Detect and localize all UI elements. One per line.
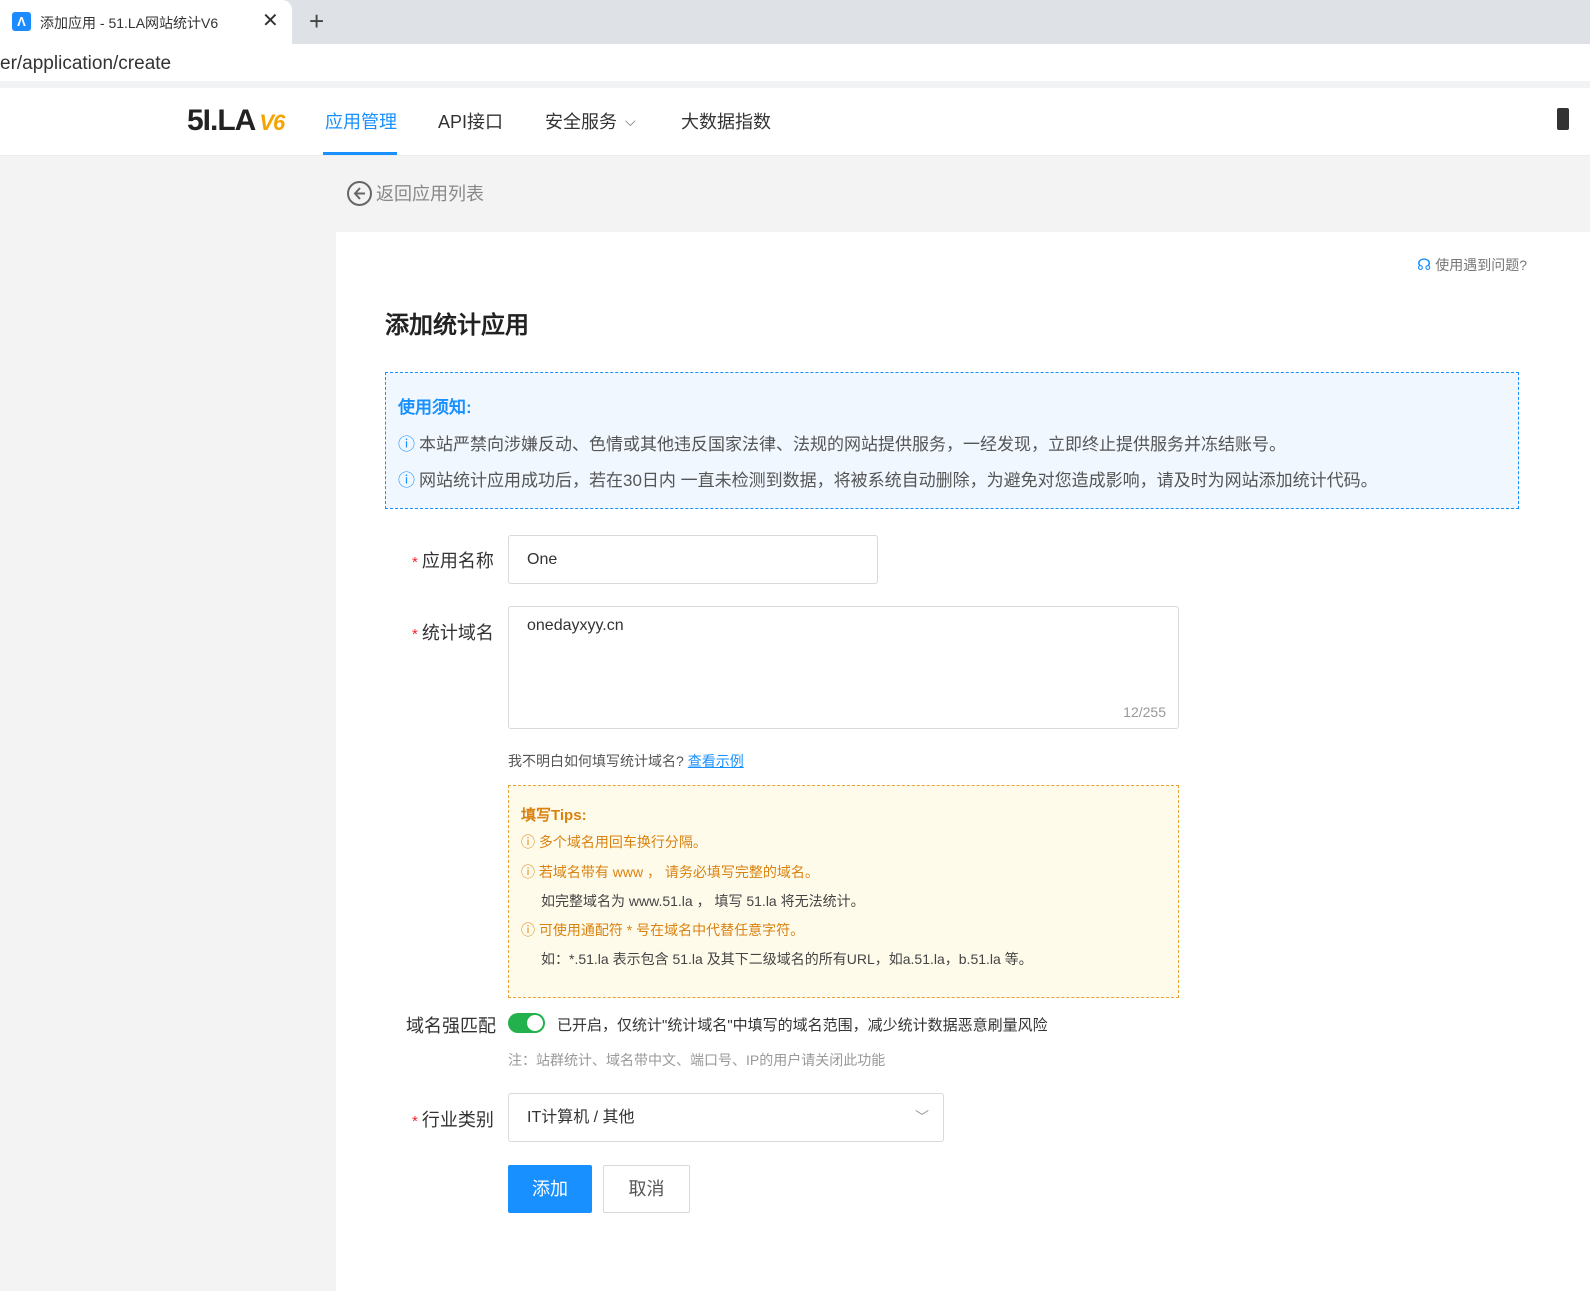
site-favicon-icon: Λ [12, 12, 31, 31]
info-circle-icon: ⓘ [398, 435, 415, 454]
browser-tabstrip: Λ 添加应用 - 51.LA网站统计V6 ✕ + [0, 0, 1590, 44]
industry-label-text: 行业类别 [421, 1110, 494, 1130]
industry-select[interactable]: IT计算机 / 其他 ﹀ [508, 1093, 944, 1142]
tips-item: ⓘ 多个域名用回车换行分隔。 [521, 832, 707, 852]
logo-version: V6 [259, 110, 285, 135]
domain-label-text: 统计域名 [421, 623, 494, 643]
tips-item-detail: 如完整域名为 www.51.la ， 填写 51.la 将无法统计。 [541, 893, 865, 909]
nav-active-indicator [323, 152, 397, 155]
chevron-down-icon: ⌵ [625, 113, 636, 129]
info-circle-icon: ⓘ [521, 922, 539, 938]
close-tab-icon[interactable]: ✕ [262, 9, 279, 33]
nav-item-api[interactable]: API接口 [438, 108, 503, 134]
domain-hint: 我不明白如何填写统计域名? 查看示例 [508, 751, 744, 771]
required-mark: * [412, 626, 418, 643]
user-menu-icon[interactable] [1557, 108, 1569, 130]
back-to-app-list-link[interactable]: 返回应用列表 [347, 180, 484, 206]
strict-match-toggle[interactable] [508, 1013, 545, 1033]
info-circle-icon: ⓘ [398, 471, 415, 490]
industry-selected-value: IT计算机 / 其他 [527, 1109, 635, 1126]
required-mark: * [412, 1113, 418, 1130]
tips-item: ⓘ 若域名带有 www ， 请务必填写完整的域名。 [521, 862, 819, 882]
toggle-knob [527, 1015, 543, 1031]
logo-main: 5I.LA [187, 104, 256, 137]
help-link-label: 使用遇到问题? [1435, 257, 1528, 273]
tab-title: 添加应用 - 51.LA网站统计V6 [40, 15, 219, 31]
notice-line-text: 网站统计应用成功后，若在30日内 一直未检测到数据，将被系统自动删除，为避免对您… [419, 471, 1378, 490]
info-circle-icon: ⓘ [521, 834, 539, 850]
add-button[interactable]: 添加 [508, 1165, 592, 1213]
nav-item-bigdata[interactable]: 大数据指数 [681, 108, 771, 134]
strict-match-label: 域名强匹配 [406, 1016, 496, 1036]
view-example-link[interactable]: 查看示例 [688, 753, 744, 769]
site-logo[interactable]: 5I.LA V6 [187, 104, 285, 138]
app-name-label: * 应用名称 [412, 547, 494, 573]
fill-tips-box: 填写Tips: ⓘ 多个域名用回车换行分隔。 ⓘ 若域名带有 www ， 请务必… [508, 785, 1179, 998]
tips-item: ⓘ 可使用通配符 * 号在域名中代替任意字符。 [521, 920, 804, 940]
tips-item-text: 可使用通配符 * 号在域名中代替任意字符。 [538, 922, 805, 938]
page-title: 添加统计应用 [385, 312, 529, 339]
nav-item-security-label: 安全服务 [545, 112, 617, 132]
back-circle-arrow-icon [347, 180, 372, 206]
strict-match-note: 注：站群统计、域名带中文、端口号、IP的用户请关闭此功能 [508, 1052, 886, 1068]
back-link-label: 返回应用列表 [376, 184, 484, 204]
new-tab-icon[interactable]: + [309, 6, 324, 36]
nav-item-app-management[interactable]: 应用管理 [325, 108, 397, 134]
chevron-down-icon: ﹀ [915, 1109, 929, 1125]
domain-label: * 统计域名 [412, 619, 494, 645]
app-name-input[interactable]: One [508, 535, 878, 584]
strict-match-description: 已开启，仅统计"统计域名"中填写的域名范围，减少统计数据恶意刷量风险 [557, 1017, 1048, 1034]
notice-line: ⓘ 网站统计应用成功后，若在30日内 一直未检测到数据，将被系统自动删除，为避免对… [398, 466, 1378, 491]
industry-label: * 行业类别 [412, 1106, 494, 1132]
cancel-button[interactable]: 取消 [603, 1165, 690, 1213]
address-url[interactable]: er/application/create [0, 53, 171, 75]
browser-tab[interactable]: Λ 添加应用 - 51.LA网站统计V6 ✕ [0, 0, 292, 44]
notice-title: 使用须知: [398, 398, 472, 417]
notice-line: ⓘ 本站严禁向涉嫌反动、色情或其他违反国家法律、法规的网站提供服务，一经发现，立即… [398, 430, 1286, 455]
domain-value: onedayxyy.cn [527, 617, 624, 634]
usage-notice: 使用须知: ⓘ 本站严禁向涉嫌反动、色情或其他违反国家法律、法规的网站提供服务，一… [385, 372, 1519, 509]
notice-line-text: 本站严禁向涉嫌反动、色情或其他违反国家法律、法规的网站提供服务，一经发现，立即终… [419, 435, 1286, 454]
help-link[interactable]: ☊ 使用遇到问题? [1417, 255, 1527, 275]
domain-hint-text: 我不明白如何填写统计域名? [508, 753, 684, 769]
nav-item-security[interactable]: 安全服务 ⌵ [545, 108, 636, 134]
chrome-divider [0, 81, 1590, 88]
app-name-label-text: 应用名称 [421, 551, 494, 571]
headset-icon: ☊ [1417, 257, 1432, 274]
info-circle-icon: ⓘ [521, 864, 539, 880]
site-header: 5I.LA V6 应用管理 API接口 安全服务 ⌵ 大数据指数 [0, 88, 1590, 156]
domain-char-counter: 12/255 [1123, 704, 1166, 720]
domain-textarea[interactable]: onedayxyy.cn 12/255 [508, 606, 1179, 729]
tips-title: 填写Tips: [521, 807, 587, 824]
tips-item-text: 多个域名用回车换行分隔。 [538, 834, 707, 850]
tips-item-text: 若域名带有 www ， 请务必填写完整的域名。 [538, 864, 819, 880]
tips-item-detail: 如：*.51.la 表示包含 51.la 及其下二级域名的所有URL，如a.51… [541, 951, 1033, 967]
required-mark: * [412, 554, 418, 571]
